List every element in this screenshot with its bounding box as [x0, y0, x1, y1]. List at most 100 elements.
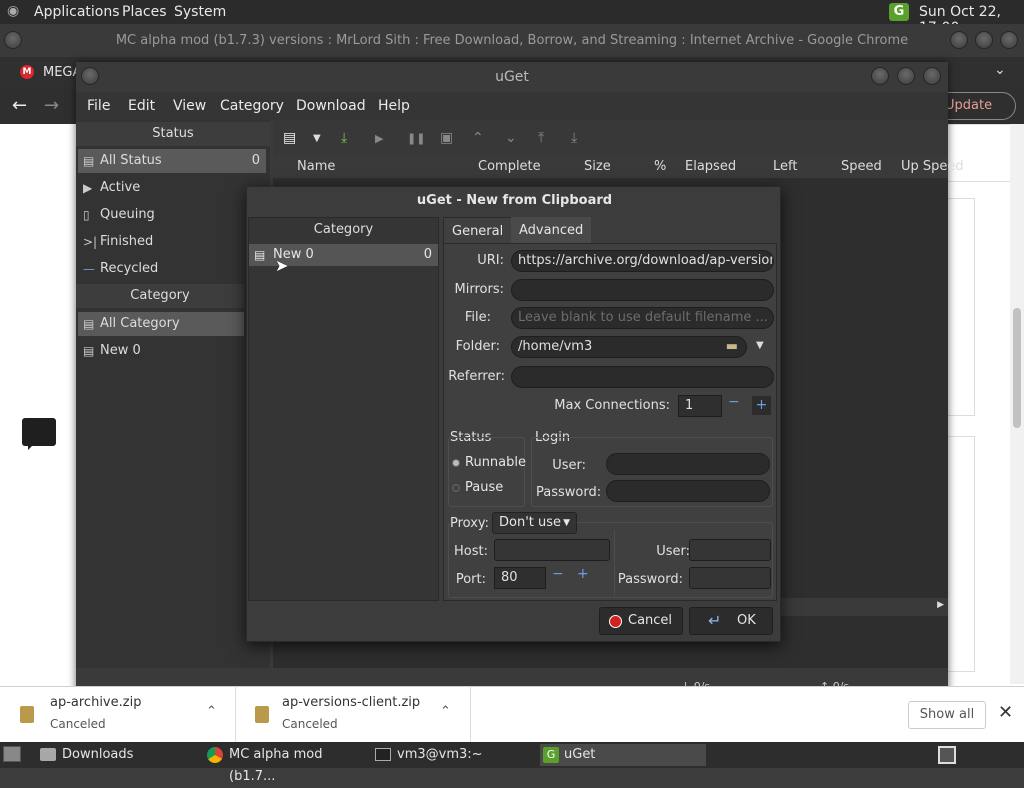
- proxy-label: Proxy:: [450, 516, 493, 531]
- new-download-icon[interactable]: ▤: [283, 130, 296, 146]
- chrome-downloads-bar: ap-archive.zip Canceled ⌃ ap-versions-cl…: [0, 686, 1024, 743]
- move-bottom-icon[interactable]: ⤓: [571, 130, 577, 146]
- taskbar-item-downloads[interactable]: Downloads: [38, 744, 198, 766]
- status-item-recycled[interactable]: — Recycled: [78, 257, 266, 281]
- taskbar-item-uget[interactable]: G uGet: [540, 744, 706, 766]
- menu-view[interactable]: View: [173, 98, 206, 114]
- proxy-select[interactable]: Don't use ▼: [492, 512, 577, 534]
- maximize-button[interactable]: [975, 31, 993, 49]
- file-field[interactable]: Leave blank to use default filename ...: [511, 307, 774, 329]
- col-size[interactable]: Size: [584, 159, 611, 174]
- category-item-all[interactable]: ▤ All Category: [78, 312, 244, 336]
- referrer-field[interactable]: [511, 366, 774, 388]
- menu-download[interactable]: Download: [296, 98, 366, 114]
- page-scrollbar[interactable]: [1010, 124, 1024, 684]
- tab-mega[interactable]: M MEGA: [20, 63, 81, 81]
- uget-close-button[interactable]: [923, 67, 941, 85]
- download-item[interactable]: ap-archive.zip Canceled ⌃: [0, 687, 236, 743]
- col-left[interactable]: Left: [773, 159, 797, 174]
- dialog-title: uGet - New from Clipboard: [416, 193, 613, 208]
- port-decrement-button[interactable]: −: [552, 566, 564, 582]
- ok-button[interactable]: ↵ OK: [689, 607, 773, 635]
- uget-window-menu-button[interactable]: [81, 67, 99, 85]
- tab-general[interactable]: General: [443, 217, 513, 244]
- show-all-button[interactable]: Show all: [908, 701, 986, 729]
- proxy-host-field[interactable]: [494, 539, 610, 561]
- menu-places[interactable]: Places: [122, 4, 167, 20]
- chevron-down-icon[interactable]: ▼: [313, 133, 321, 144]
- category-item-new0[interactable]: ▤ New 0: [78, 339, 266, 363]
- runnable-radio[interactable]: Runnable: [452, 455, 526, 470]
- status-item-label: All Status: [100, 153, 162, 168]
- uget-minimize-button[interactable]: [871, 67, 889, 85]
- cancel-button[interactable]: Cancel: [599, 607, 683, 635]
- mirrors-field[interactable]: [511, 279, 774, 301]
- login-password-field[interactable]: [606, 480, 770, 502]
- max-connections-field[interactable]: 1: [678, 395, 722, 417]
- increment-button[interactable]: +: [752, 396, 771, 415]
- menu-file[interactable]: File: [87, 98, 110, 114]
- col-complete[interactable]: Complete: [478, 159, 541, 174]
- pause-radio[interactable]: Pause: [452, 480, 503, 495]
- menu-help[interactable]: Help: [378, 98, 410, 114]
- taskbar-item-terminal[interactable]: vm3@vm3:~: [373, 744, 533, 766]
- taskbar-label: uGet: [564, 747, 596, 762]
- back-arrow-icon[interactable]: ←: [12, 95, 27, 116]
- mirrors-label: Mirrors:: [454, 282, 504, 297]
- proxy-password-label: Password:: [617, 572, 683, 587]
- uget-maximize-button[interactable]: [897, 67, 915, 85]
- menu-system[interactable]: System: [174, 4, 226, 20]
- proxy-port-field[interactable]: 80: [494, 567, 546, 589]
- play-icon[interactable]: ▶: [375, 132, 383, 145]
- download-status: Canceled: [282, 717, 338, 731]
- minimize-button[interactable]: [950, 31, 968, 49]
- download-item[interactable]: ap-versions-client.zip Canceled ⌃: [237, 687, 471, 743]
- chevron-up-icon[interactable]: ⌃: [440, 704, 451, 719]
- col-up-speed[interactable]: Up Speed: [901, 159, 964, 174]
- move-down-icon[interactable]: ⌄: [505, 130, 517, 146]
- pause-icon[interactable]: ❚❚: [407, 132, 425, 145]
- show-desktop-icon[interactable]: [3, 746, 21, 762]
- uri-field[interactable]: https://archive.org/download/ap-versions: [511, 250, 774, 272]
- chat-bubble-icon[interactable]: [22, 418, 56, 450]
- workspace-switcher-icon[interactable]: [938, 746, 956, 764]
- decrement-button[interactable]: −: [728, 394, 740, 410]
- col-elapsed[interactable]: Elapsed: [685, 159, 736, 174]
- tab-advanced[interactable]: Advanced: [511, 217, 592, 244]
- status-item-queuing[interactable]: ▯ Queuing: [78, 203, 266, 227]
- folder-field[interactable]: /home/vm3 ▬: [511, 336, 747, 358]
- forward-arrow-icon[interactable]: →: [44, 95, 59, 116]
- status-item-finished[interactable]: >| Finished: [78, 230, 266, 254]
- uget-tray-icon[interactable]: G: [889, 3, 909, 21]
- col-name[interactable]: Name: [297, 159, 335, 174]
- close-icon[interactable]: ✕: [998, 702, 1013, 723]
- menu-category[interactable]: Category: [220, 98, 284, 114]
- port-increment-button[interactable]: +: [577, 566, 589, 582]
- close-button[interactable]: [1000, 31, 1018, 49]
- status-item-active[interactable]: ▶ Active: [78, 176, 266, 200]
- horizontal-scrollbar[interactable]: ▶: [778, 598, 948, 616]
- folder-icon[interactable]: ▬: [726, 337, 738, 357]
- menu-applications[interactable]: Applications: [34, 4, 120, 20]
- download-icon[interactable]: ⤓: [341, 130, 347, 146]
- chevron-down-icon[interactable]: ⌄: [994, 62, 1006, 78]
- distro-logo-icon[interactable]: ◉: [7, 3, 19, 19]
- dialog-tabs: General Advanced: [443, 217, 777, 244]
- login-user-field[interactable]: [606, 453, 770, 475]
- move-top-icon[interactable]: ⤒: [538, 130, 544, 146]
- chrome-menu-button[interactable]: [4, 31, 22, 49]
- taskbar-item-chrome[interactable]: MC alpha mod (b1.7...: [205, 744, 367, 784]
- category-icon: ▤: [83, 344, 95, 358]
- properties-icon[interactable]: ▣: [440, 130, 453, 146]
- download-list-header: Name Complete Size % Elapsed Left Speed …: [273, 156, 964, 178]
- proxy-password-field[interactable]: [689, 567, 771, 589]
- col-speed[interactable]: Speed: [841, 159, 882, 174]
- move-up-icon[interactable]: ⌃: [472, 130, 484, 146]
- menu-edit[interactable]: Edit: [128, 98, 155, 114]
- chevron-down-icon[interactable]: ▼: [756, 340, 764, 351]
- status-item-all[interactable]: ▤ All Status 0: [78, 149, 266, 173]
- col-percent[interactable]: %: [654, 159, 666, 174]
- proxy-user-field[interactable]: [689, 539, 771, 561]
- status-item-label: Queuing: [100, 207, 155, 222]
- chevron-up-icon[interactable]: ⌃: [206, 704, 217, 719]
